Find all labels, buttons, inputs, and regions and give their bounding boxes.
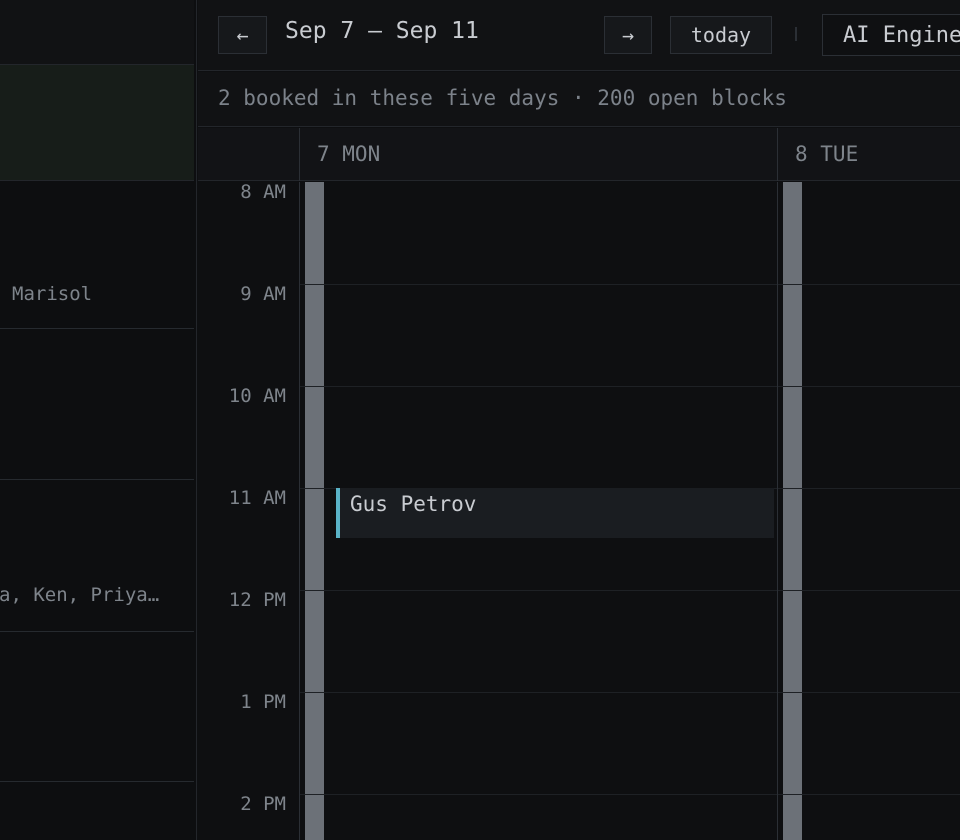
hour-gridline: [778, 488, 960, 489]
prev-week-button[interactable]: ←: [218, 16, 267, 54]
booking-event[interactable]: Gus Petrov: [336, 488, 774, 538]
next-week-button[interactable]: →: [604, 16, 652, 54]
hour-gridline: [300, 794, 777, 795]
calendar-header: 7 MON 8 TUE: [198, 128, 960, 181]
group-row[interactable]: [0, 632, 194, 782]
date-range-label: Sep 7 – Sep 11: [285, 18, 479, 44]
toolbar-divider: [795, 27, 797, 41]
toolbar: ← Sep 7 – Sep 11 → today AI Engineering: [198, 0, 960, 71]
hour-label: 1 PM: [240, 691, 286, 713]
summary-text: 2 booked in these five days · 200 open b…: [218, 86, 787, 110]
hour-gridline: [778, 386, 960, 387]
selected-group-row[interactable]: [0, 65, 194, 181]
hour-gridline: [778, 590, 960, 591]
day-header-tue: 8 TUE: [777, 128, 960, 181]
hour-gridline: [300, 386, 777, 387]
time-gutter: 8 AM 9 AM 10 AM 11 AM 12 PM 1 PM 2 PM: [198, 181, 298, 840]
team-select[interactable]: AI Engineering: [822, 14, 960, 56]
week-calendar: 7 MON 8 TUE 8 AM 9 AM 10 AM 11 AM 12 PM …: [198, 128, 960, 840]
group-row-members: Marisol: [12, 283, 93, 305]
left-panel-header: [0, 0, 194, 65]
group-row[interactable]: [0, 329, 194, 480]
hour-gridline: [300, 590, 777, 591]
day-column-mon[interactable]: Gus Petrov: [299, 182, 777, 840]
hour-label: 12 PM: [228, 589, 286, 611]
hour-label: 8 AM: [240, 181, 286, 203]
hour-gridline: [300, 284, 777, 285]
hour-label: 11 AM: [228, 487, 286, 509]
day-header-mon: 7 MON: [299, 128, 777, 181]
group-row[interactable]: a, Ken, Priya…: [0, 480, 194, 632]
day-column-tue[interactable]: [777, 182, 960, 840]
hour-label: 9 AM: [240, 283, 286, 305]
summary-bar: 2 booked in these five days · 200 open b…: [198, 72, 960, 127]
hour-label: 10 AM: [228, 385, 286, 407]
group-row-members: a, Ken, Priya…: [0, 584, 160, 606]
left-panel: Marisol a, Ken, Priya…: [0, 0, 197, 840]
availability-rail: [305, 182, 324, 840]
hour-gridline: [778, 692, 960, 693]
hour-gridline: [778, 284, 960, 285]
availability-rail: [783, 182, 802, 840]
group-row[interactable]: Marisol: [0, 181, 194, 329]
hour-gridline: [778, 794, 960, 795]
today-button[interactable]: today: [670, 16, 772, 54]
hour-label: 2 PM: [240, 793, 286, 815]
team-select-value: AI Engineering: [843, 22, 960, 48]
hour-gridline: [300, 692, 777, 693]
booking-event-title: Gus Petrov: [350, 492, 477, 516]
